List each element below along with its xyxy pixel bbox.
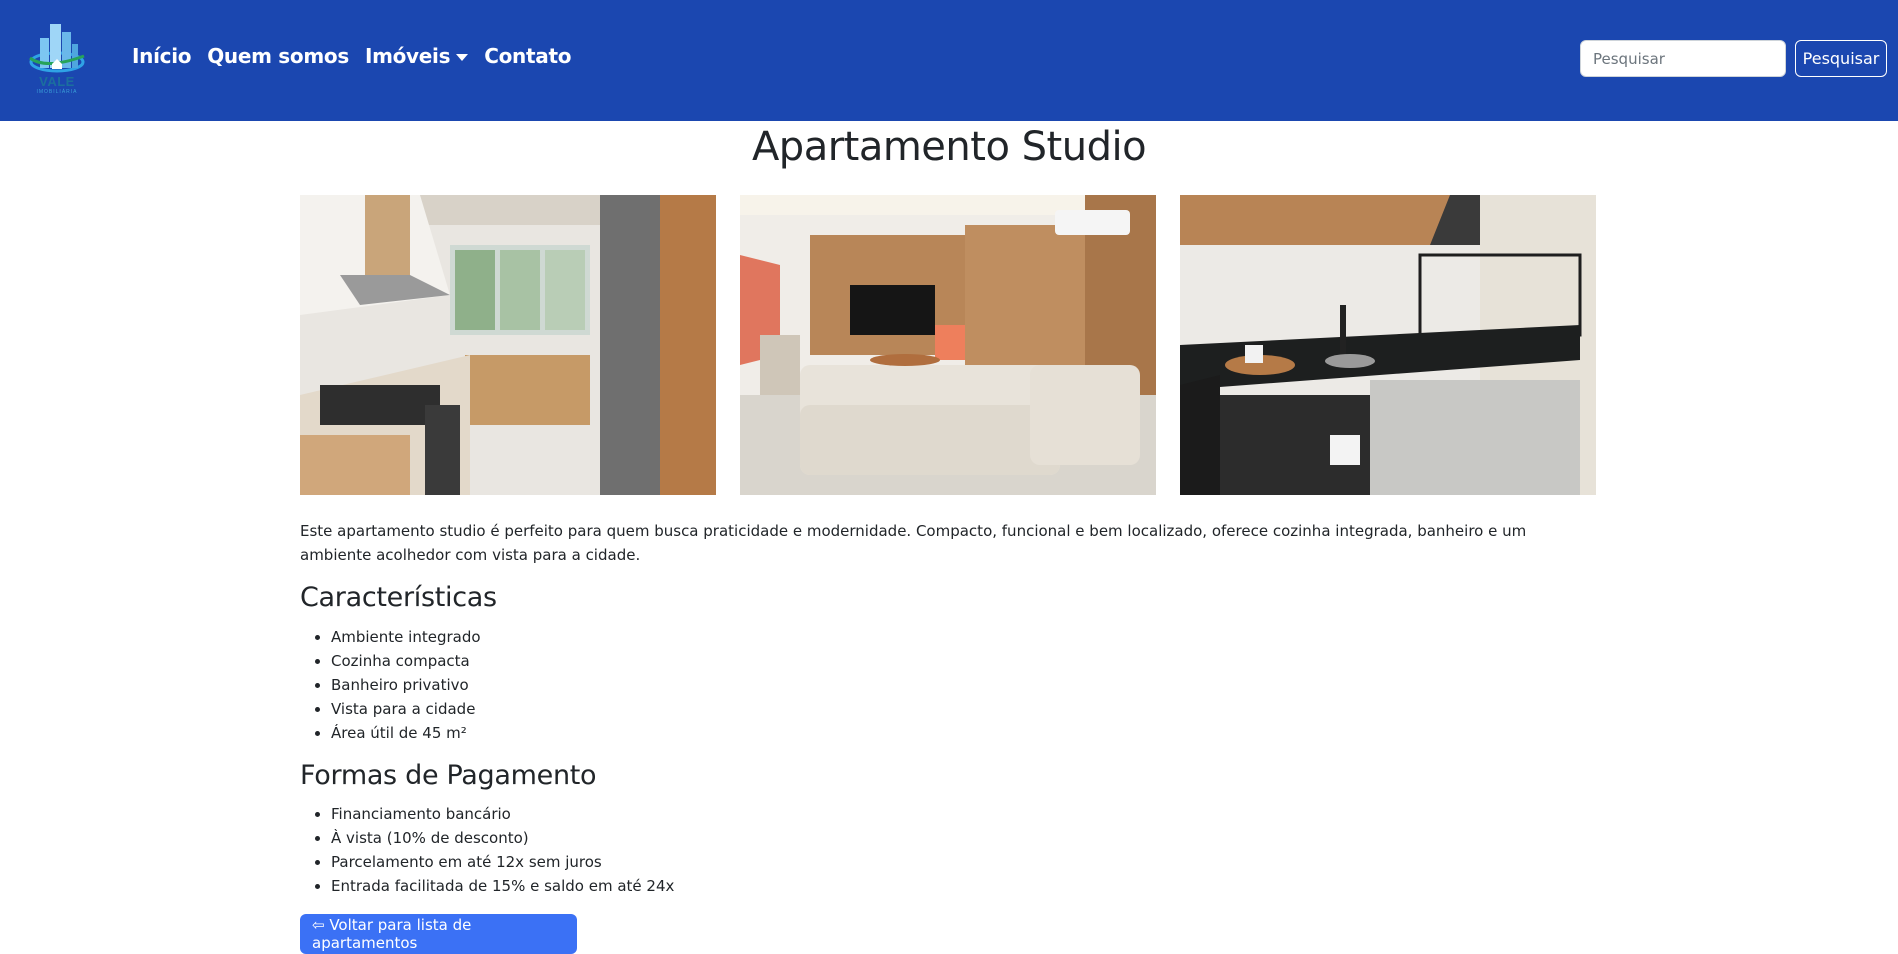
vale-logo[interactable]: VALE IMOBILIÁRIA bbox=[26, 18, 88, 98]
search-button[interactable]: Pesquisar bbox=[1795, 40, 1887, 77]
page-title: Apartamento Studio bbox=[751, 124, 1147, 170]
nav-link-inicio[interactable]: Início bbox=[132, 44, 191, 68]
payment-list: Financiamento bancário À vista (10% de d… bbox=[331, 802, 674, 898]
living-room-image bbox=[740, 195, 1156, 495]
kitchenette-image bbox=[1180, 195, 1596, 495]
search-input[interactable] bbox=[1580, 40, 1786, 77]
nav-link-quem-somos[interactable]: Quem somos bbox=[207, 44, 349, 68]
list-item: Vista para a cidade bbox=[331, 697, 481, 721]
building-logo-icon bbox=[29, 24, 85, 73]
list-item: Cozinha compacta bbox=[331, 649, 481, 673]
logo-text: VALE bbox=[39, 74, 75, 89]
nav-link-imoveis-label: Imóveis bbox=[364, 44, 451, 68]
nav-link-imoveis-dropdown[interactable]: Imóveis bbox=[364, 44, 469, 68]
list-item: Área útil de 45 m² bbox=[331, 721, 481, 745]
features-list: Ambiente integrado Cozinha compacta Banh… bbox=[331, 625, 481, 745]
kitchenette-photo[interactable] bbox=[1180, 195, 1596, 495]
back-to-list-button[interactable]: ⇦ Voltar para lista de apartamentos bbox=[300, 914, 577, 954]
list-item: Parcelamento em até 12x sem juros bbox=[331, 850, 674, 874]
property-description: Este apartamento studio é perfeito para … bbox=[300, 522, 1527, 564]
kitchen-image bbox=[300, 195, 716, 495]
photo-gallery bbox=[300, 195, 1596, 495]
list-item: Banheiro privativo bbox=[331, 673, 481, 697]
list-item: À vista (10% de desconto) bbox=[331, 826, 674, 850]
top-navbar: VALE IMOBILIÁRIA Início Quem somos Imóve… bbox=[0, 0, 1898, 121]
living-room-photo[interactable] bbox=[740, 195, 1156, 495]
kitchen-photo[interactable] bbox=[300, 195, 716, 495]
logo-subtitle: IMOBILIÁRIA bbox=[36, 89, 78, 95]
list-item: Entrada facilitada de 15% e saldo em até… bbox=[331, 874, 674, 898]
list-item: Ambiente integrado bbox=[331, 625, 481, 649]
list-item: Financiamento bancário bbox=[331, 802, 674, 826]
caret-down-icon bbox=[456, 54, 469, 61]
features-heading: Características bbox=[300, 582, 497, 613]
payment-heading: Formas de Pagamento bbox=[300, 760, 597, 791]
nav-links: Início Quem somos Imóveis Contato bbox=[132, 44, 571, 68]
nav-link-contato[interactable]: Contato bbox=[484, 44, 571, 68]
